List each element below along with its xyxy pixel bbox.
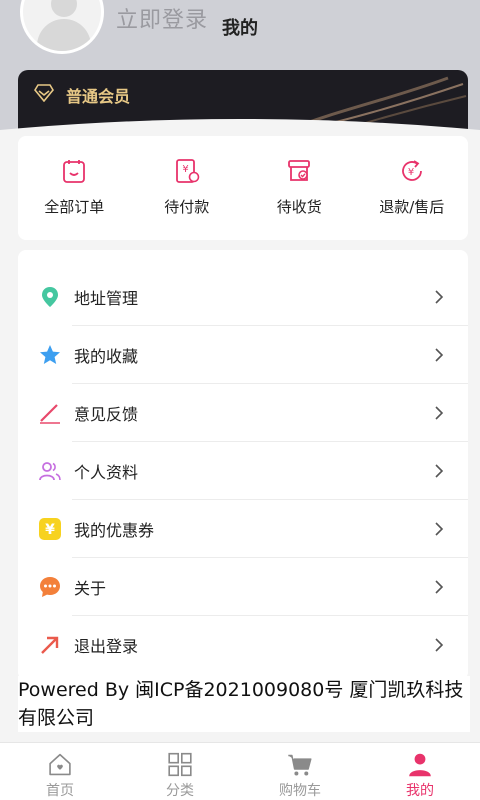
- order-to-receive-label: 待收货: [276, 198, 322, 216]
- tab-label: 首页: [46, 783, 74, 799]
- order-unpaid-label: 待付款: [164, 198, 210, 216]
- footer-copyright: Powered By 闽ICP备2021009080号 厦门凯玖科技有限公司: [18, 676, 470, 732]
- menu-item-about[interactable]: 关于: [18, 558, 468, 616]
- avatar-head-shape: [51, 0, 77, 17]
- star-icon: [38, 343, 62, 367]
- chevron-right-icon: [435, 290, 444, 304]
- bottom-tab-bar: 首页 分类 购物车 我的: [0, 742, 480, 800]
- chevron-right-icon: [435, 522, 444, 536]
- chevron-right-icon: [435, 580, 444, 594]
- chevron-right-icon: [435, 348, 444, 362]
- order-refund-button[interactable]: ¥ 退款/售后: [356, 136, 469, 240]
- svg-text:¥: ¥: [45, 522, 55, 538]
- order-all-button[interactable]: 全部订单: [18, 136, 131, 240]
- box-check-icon: [288, 160, 311, 181]
- chevron-right-icon: [435, 464, 444, 478]
- menu-item-label: 意见反馈: [74, 405, 139, 424]
- menu-item-label: 个人资料: [74, 463, 139, 482]
- menu-item-label: 我的收藏: [74, 347, 139, 366]
- grid-icon: [168, 752, 192, 777]
- yen-refresh-icon: ¥: [401, 160, 422, 181]
- menu-item-logout[interactable]: 退出登录: [18, 616, 468, 674]
- chevron-right-icon: [435, 406, 444, 420]
- menu-item-coupons[interactable]: ¥ 我的优惠券: [18, 500, 468, 558]
- coupon-icon: ¥: [38, 517, 62, 541]
- tab-label: 我的: [406, 783, 434, 799]
- order-to-receive-button[interactable]: 待收货: [243, 136, 356, 240]
- tab-mine[interactable]: 我的: [360, 743, 480, 800]
- tab-category[interactable]: 分类: [120, 743, 240, 800]
- chevron-right-icon: [435, 638, 444, 652]
- order-unpaid-button[interactable]: ¥ 待付款: [131, 136, 244, 240]
- svg-text:¥: ¥: [408, 167, 414, 178]
- pen-icon: [38, 401, 62, 425]
- chat-bubble-icon: [38, 575, 62, 599]
- arrow-exit-icon: [38, 633, 62, 657]
- menu-item-label: 地址管理: [74, 289, 139, 308]
- svg-text:¥: ¥: [182, 164, 188, 175]
- menu-item-label: 退出登录: [74, 637, 139, 656]
- menu-item-address[interactable]: 地址管理: [18, 268, 468, 326]
- member-level-label: 普通会员: [66, 87, 131, 106]
- home-icon: [49, 753, 71, 776]
- menu-item-profile[interactable]: 个人资料: [18, 442, 468, 500]
- yen-bill-icon: ¥: [175, 159, 200, 183]
- login-link[interactable]: 立即登录: [116, 2, 208, 34]
- avatar-body-shape: [37, 19, 91, 51]
- tab-home[interactable]: 首页: [0, 743, 120, 800]
- menu-item-label: 我的优惠券: [74, 521, 155, 540]
- avatar[interactable]: [20, 0, 104, 54]
- location-pin-icon: [38, 285, 62, 309]
- menu-item-label: 关于: [74, 579, 107, 598]
- order-shortcuts: 全部订单 ¥ 待付款 待收货 ¥ 退款/售后: [18, 136, 468, 240]
- cart-icon: [288, 754, 312, 776]
- user-icon: [409, 753, 431, 777]
- page-title: 我的: [222, 18, 258, 39]
- users-icon: [38, 459, 62, 483]
- tab-cart[interactable]: 购物车: [240, 743, 360, 800]
- menu-item-favorites[interactable]: 我的收藏: [18, 326, 468, 384]
- tab-label: 购物车: [279, 783, 321, 799]
- menu-list: 地址管理 我的收藏 意见反馈 个人资料 ¥ 我的优惠券 关于 退出登录: [18, 250, 468, 680]
- order-all-label: 全部订单: [44, 198, 105, 216]
- profile-header: 立即登录 我的 普通会员: [0, 0, 480, 140]
- menu-item-feedback[interactable]: 意见反馈: [18, 384, 468, 442]
- tab-label: 分类: [166, 783, 194, 799]
- order-refund-label: 退款/售后: [379, 198, 445, 216]
- diamond-icon: [34, 84, 54, 102]
- clipboard-icon: [63, 160, 86, 183]
